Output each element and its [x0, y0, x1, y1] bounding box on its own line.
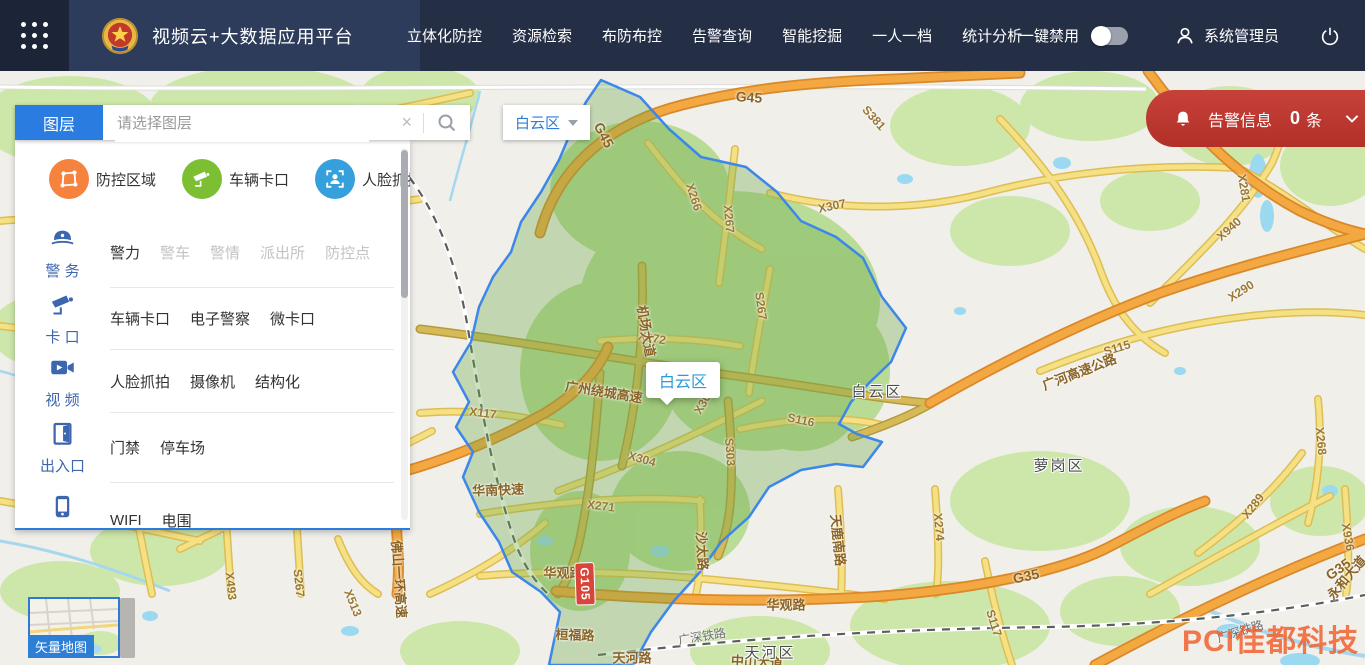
nav-item-7[interactable]: 统计分析 — [962, 25, 1022, 46]
district-tooltip[interactable]: 白云区 — [646, 362, 720, 398]
quick-layer-label: 车辆卡口 — [229, 169, 289, 190]
layer-group-items: WIFI 电围 — [110, 483, 394, 530]
layer-item[interactable]: 门禁 — [110, 437, 140, 458]
minimap-handle[interactable] — [120, 598, 135, 658]
app-title: 视频云+大数据应用平台 — [152, 23, 354, 49]
alert-label: 告警信息 — [1208, 107, 1272, 131]
layer-search-bar: 图层 × — [15, 105, 470, 140]
layer-group-label: 卡 口 — [45, 326, 79, 347]
layer-item[interactable]: 结构化 — [255, 371, 300, 392]
layer-panel: 防控区域车辆卡口人脸抓拍 警 务警力警车警情派出所防控点卡 口车辆卡口电子警察微… — [15, 140, 410, 530]
layer-item[interactable]: 人脸抓拍 — [110, 371, 170, 392]
nav-item-3[interactable]: 布防布控 — [602, 25, 662, 46]
quick-disable-label: 一键禁用 — [1019, 25, 1079, 46]
layer-group-5: 手 机 WIFI 电围 — [15, 483, 410, 530]
layer-item[interactable]: 警力 — [110, 242, 140, 263]
layer-item[interactable]: 警情 — [210, 242, 240, 263]
scrollbar-thumb[interactable] — [401, 150, 408, 298]
layer-item[interactable]: 车辆卡口 — [110, 308, 170, 329]
quick-layer-3[interactable]: 人脸抓拍 — [315, 159, 410, 199]
alert-bar[interactable]: 告警信息 0 条 — [1146, 90, 1365, 147]
layer-group-label: 警 务 — [45, 260, 79, 281]
layer-tab-button[interactable]: 图层 — [15, 105, 103, 140]
topbar: 视频云+大数据应用平台 立体化防控 资源检索 布防布控 告警查询 智能挖掘 一人一档 统计分… — [0, 0, 1365, 71]
logout-power-icon[interactable] — [1319, 25, 1341, 47]
region-selector-value: 白云区 — [515, 112, 560, 133]
layer-item[interactable]: 电围 — [162, 510, 192, 531]
layer-group-toggle-5[interactable]: 手 机 — [15, 483, 110, 530]
layer-group-label: 出入口 — [40, 455, 85, 476]
minimap[interactable]: 矢量地图 — [28, 597, 120, 658]
nav-item-6[interactable]: 一人一档 — [872, 25, 932, 46]
layer-group-items: 门禁停车场 — [110, 413, 394, 483]
layer-search-input[interactable] — [115, 105, 369, 142]
user-menu[interactable]: 系统管理员 — [1174, 25, 1279, 47]
layer-item[interactable]: 微卡口 — [270, 308, 315, 329]
layer-group-1: 警 务 警力警车警情派出所防控点 — [15, 218, 410, 288]
layer-group-toggle-4[interactable]: 出入口 — [15, 413, 110, 483]
app-window: X284X283X264X267X266S267X272X307X281S381… — [0, 0, 1365, 665]
quick-disable-toggle[interactable] — [1091, 27, 1128, 45]
nav-item-5[interactable]: 智能挖掘 — [782, 25, 842, 46]
layer-group-4: 出入口 门禁停车场 — [15, 413, 410, 483]
layer-item[interactable]: 派出所 — [260, 242, 305, 263]
layer-item[interactable]: 防控点 — [325, 242, 370, 263]
alert-count: 0 — [1290, 108, 1300, 129]
layer-item[interactable]: WIFI — [110, 512, 142, 529]
layer-group-toggle-2[interactable]: 卡 口 — [15, 288, 110, 350]
layer-groups: 警 务 警力警车警情派出所防控点卡 口 车辆卡口电子警察微卡口视 频 人脸抓拍摄像机结… — [15, 218, 410, 530]
nav-item-4[interactable]: 告警查询 — [692, 25, 752, 46]
door-icon — [49, 420, 76, 452]
layer-group-items: 警力警车警情派出所防控点 — [110, 218, 394, 288]
clear-search-icon[interactable]: × — [401, 112, 412, 132]
nav-item-1[interactable]: 立体化防控 — [407, 25, 482, 46]
layer-item[interactable]: 电子警察 — [190, 308, 250, 329]
logo-block: 视频云+大数据应用平台 — [69, 0, 420, 71]
region-icon — [49, 159, 89, 199]
layer-group-2: 卡 口 车辆卡口电子警察微卡口 — [15, 288, 410, 350]
layer-group-3: 视 频 人脸抓拍摄像机结构化 — [15, 350, 410, 413]
police-badge-logo — [101, 17, 139, 55]
chevron-down-icon — [568, 120, 578, 126]
nav-item-2[interactable]: 资源检索 — [512, 25, 572, 46]
topbar-right: 一键禁用 系统管理员 — [1019, 0, 1365, 71]
chevron-down-icon[interactable] — [1344, 113, 1360, 125]
search-icon[interactable] — [436, 112, 458, 134]
phone-icon — [49, 493, 76, 525]
map-watermark: PCI佳都科技 — [1182, 616, 1359, 660]
quick-layers-row: 防控区域 车辆卡口 人脸抓拍 — [15, 140, 410, 218]
police-cap-icon — [49, 225, 76, 257]
layer-item[interactable]: 警车 — [160, 242, 190, 263]
alert-unit: 条 — [1306, 107, 1322, 131]
main-nav: 立体化防控 资源检索 布防布控 告警查询 智能挖掘 一人一档 统计分析 — [407, 0, 1022, 71]
user-icon — [1174, 25, 1196, 47]
bell-icon — [1172, 108, 1194, 130]
layer-group-items: 人脸抓拍摄像机结构化 — [110, 350, 394, 413]
face-capture-icon — [315, 159, 355, 199]
region-selector[interactable]: 白云区 — [503, 105, 590, 140]
divider — [423, 113, 424, 133]
quick-layer-1[interactable]: 防控区域 — [49, 159, 156, 199]
layer-item[interactable]: 停车场 — [160, 437, 205, 458]
username: 系统管理员 — [1204, 25, 1279, 46]
layer-group-label: 手 机 — [45, 528, 79, 531]
checkpoint-camera-icon — [49, 291, 76, 323]
minimap-label[interactable]: 矢量地图 — [28, 635, 94, 658]
video-camera-icon — [49, 354, 76, 386]
layer-item[interactable]: 摄像机 — [190, 371, 235, 392]
quick-layer-label: 防控区域 — [96, 169, 156, 190]
layer-group-label: 视 频 — [45, 389, 79, 410]
app-grid-icon[interactable] — [0, 0, 69, 71]
quick-layer-2[interactable]: 车辆卡口 — [182, 159, 289, 199]
layer-group-items: 车辆卡口电子警察微卡口 — [110, 288, 394, 350]
panel-scrollbar[interactable] — [401, 148, 408, 520]
vehicle-checkpoint-icon — [182, 159, 222, 199]
layer-group-toggle-1[interactable]: 警 务 — [15, 218, 110, 288]
layer-group-toggle-3[interactable]: 视 频 — [15, 350, 110, 413]
